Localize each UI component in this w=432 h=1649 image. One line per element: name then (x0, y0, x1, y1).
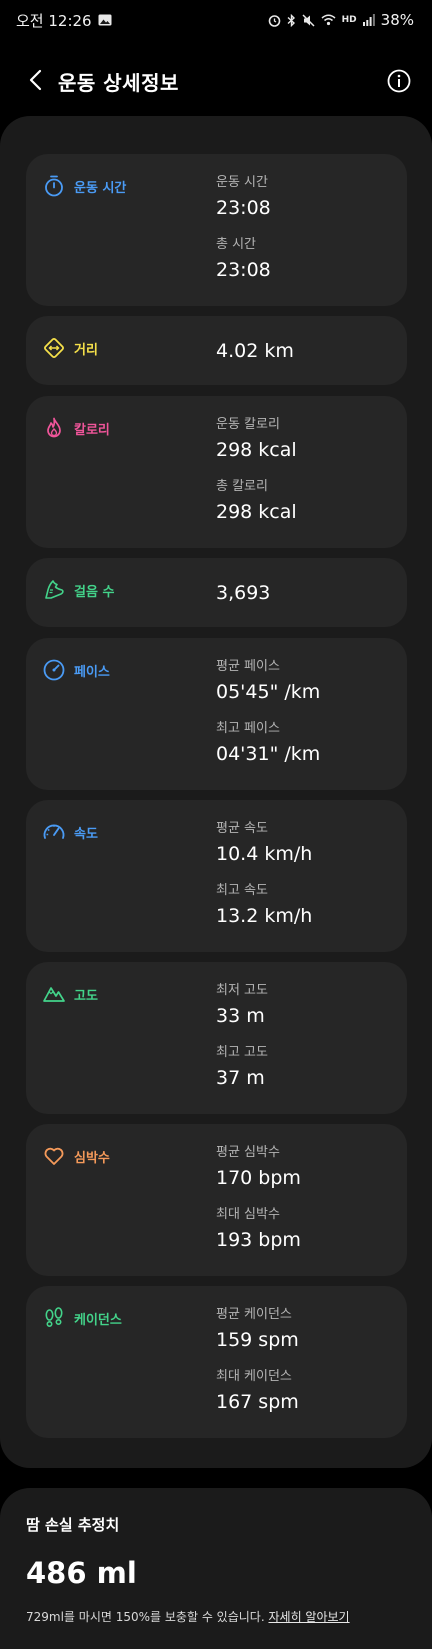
info-icon[interactable] (386, 68, 412, 94)
page-title: 운동 상세정보 (58, 71, 179, 95)
metric-total-time: 총 시간 23:08 (216, 237, 271, 281)
workout-details-panel: 운동 시간 운동 시간 23:08 총 시간 23:08 거리 4.02 km (0, 116, 432, 1468)
speed-label: 속도 (42, 820, 98, 844)
shoe-icon (45, 580, 64, 599)
status-bar: 오전 12:26 HD 38% (0, 0, 432, 40)
status-right: HD 38% (268, 11, 414, 29)
metric-max-altitude: 최고 고도 37 m (216, 1045, 268, 1089)
heart-icon (44, 1147, 64, 1165)
sweat-loss-panel: 땀 손실 추정치 486 ml 729ml를 마시면 150%를 보충할 수 있… (0, 1488, 432, 1649)
signal-icon (362, 14, 375, 26)
metric-max-speed: 최고 속도 13.2 km/h (216, 883, 313, 927)
sweat-loss-title: 땀 손실 추정치 (26, 1516, 120, 1534)
speedometer-icon (43, 824, 65, 839)
flame-icon (47, 417, 61, 438)
metric-avg-speed: 평균 속도 10.4 km/h (216, 821, 313, 865)
pace-label: 페이스 (42, 658, 110, 682)
metric-best-pace: 최고 페이스 04'31" /km (216, 721, 321, 765)
app-header: 운동 상세정보 (0, 56, 432, 106)
mute-icon (302, 13, 315, 27)
metric-total-calories: 총 칼로리 298 kcal (216, 479, 297, 523)
altitude-label: 고도 (42, 982, 98, 1006)
status-left: 오전 12:26 (16, 10, 112, 31)
metric-max-heart-rate: 최대 심박수 193 bpm (216, 1207, 301, 1251)
wifi-icon (321, 14, 336, 26)
heart-rate-card: 심박수 평균 심박수 170 bpm 최대 심박수 193 bpm (26, 1124, 407, 1276)
steps-card: 걸음 수 3,693 (26, 558, 407, 627)
gallery-icon (98, 14, 112, 26)
duration-label: 운동 시간 (42, 174, 126, 198)
distance-card: 거리 4.02 km (26, 316, 407, 385)
metric-avg-heart-rate: 평균 심박수 170 bpm (216, 1145, 301, 1189)
heart-rate-label: 심박수 (42, 1144, 110, 1168)
sweat-loss-note: 729ml를 마시면 150%를 보충할 수 있습니다. 자세히 알아보기 (26, 1608, 350, 1625)
cadence-label: 케이던스 (42, 1306, 122, 1330)
steps-value: 3,693 (216, 582, 271, 604)
alarm-icon (268, 14, 280, 27)
metric-avg-cadence: 평균 케이던스 159 spm (216, 1307, 299, 1351)
sweat-note-text: 729ml를 마시면 150%를 보충할 수 있습니다. (26, 1610, 265, 1624)
duration-card: 운동 시간 운동 시간 23:08 총 시간 23:08 (26, 154, 407, 306)
pace-gauge-icon (43, 659, 65, 681)
calories-label: 칼로리 (42, 416, 110, 440)
footprints-icon (45, 1307, 63, 1328)
altitude-card: 고도 최저 고도 33 m 최고 고도 37 m (26, 962, 407, 1114)
status-time: 오전 12:26 (16, 11, 92, 30)
back-arrow-icon[interactable] (22, 65, 50, 95)
battery-level: 38% (380, 11, 414, 29)
steps-label: 걸음 수 (42, 578, 114, 602)
stopwatch-icon (45, 175, 63, 197)
metric-workout-time: 운동 시간 23:08 (216, 175, 271, 219)
cadence-card: 케이던스 평균 케이던스 159 spm 최대 케이던스 167 spm (26, 1286, 407, 1438)
pace-card: 페이스 평균 페이스 05'45" /km 최고 페이스 04'31" /km (26, 638, 407, 790)
metric-avg-pace: 평균 페이스 05'45" /km (216, 659, 321, 703)
metric-max-cadence: 최대 케이던스 167 spm (216, 1369, 299, 1413)
calories-card: 칼로리 운동 칼로리 298 kcal 총 칼로리 298 kcal (26, 396, 407, 548)
mountain-icon (43, 987, 65, 1002)
speed-card: 속도 평균 속도 10.4 km/h 최고 속도 13.2 km/h (26, 800, 407, 952)
distance-label: 거리 (42, 336, 98, 360)
metric-min-altitude: 최저 고도 33 m (216, 983, 268, 1027)
distance-icon (44, 338, 64, 358)
learn-more-link[interactable]: 자세히 알아보기 (268, 1610, 349, 1624)
sweat-loss-value: 486 ml (26, 1556, 137, 1590)
bluetooth-icon (287, 13, 295, 27)
hd-badge: HD (341, 15, 357, 25)
metric-workout-calories: 운동 칼로리 298 kcal (216, 417, 297, 461)
distance-value: 4.02 km (216, 340, 294, 362)
